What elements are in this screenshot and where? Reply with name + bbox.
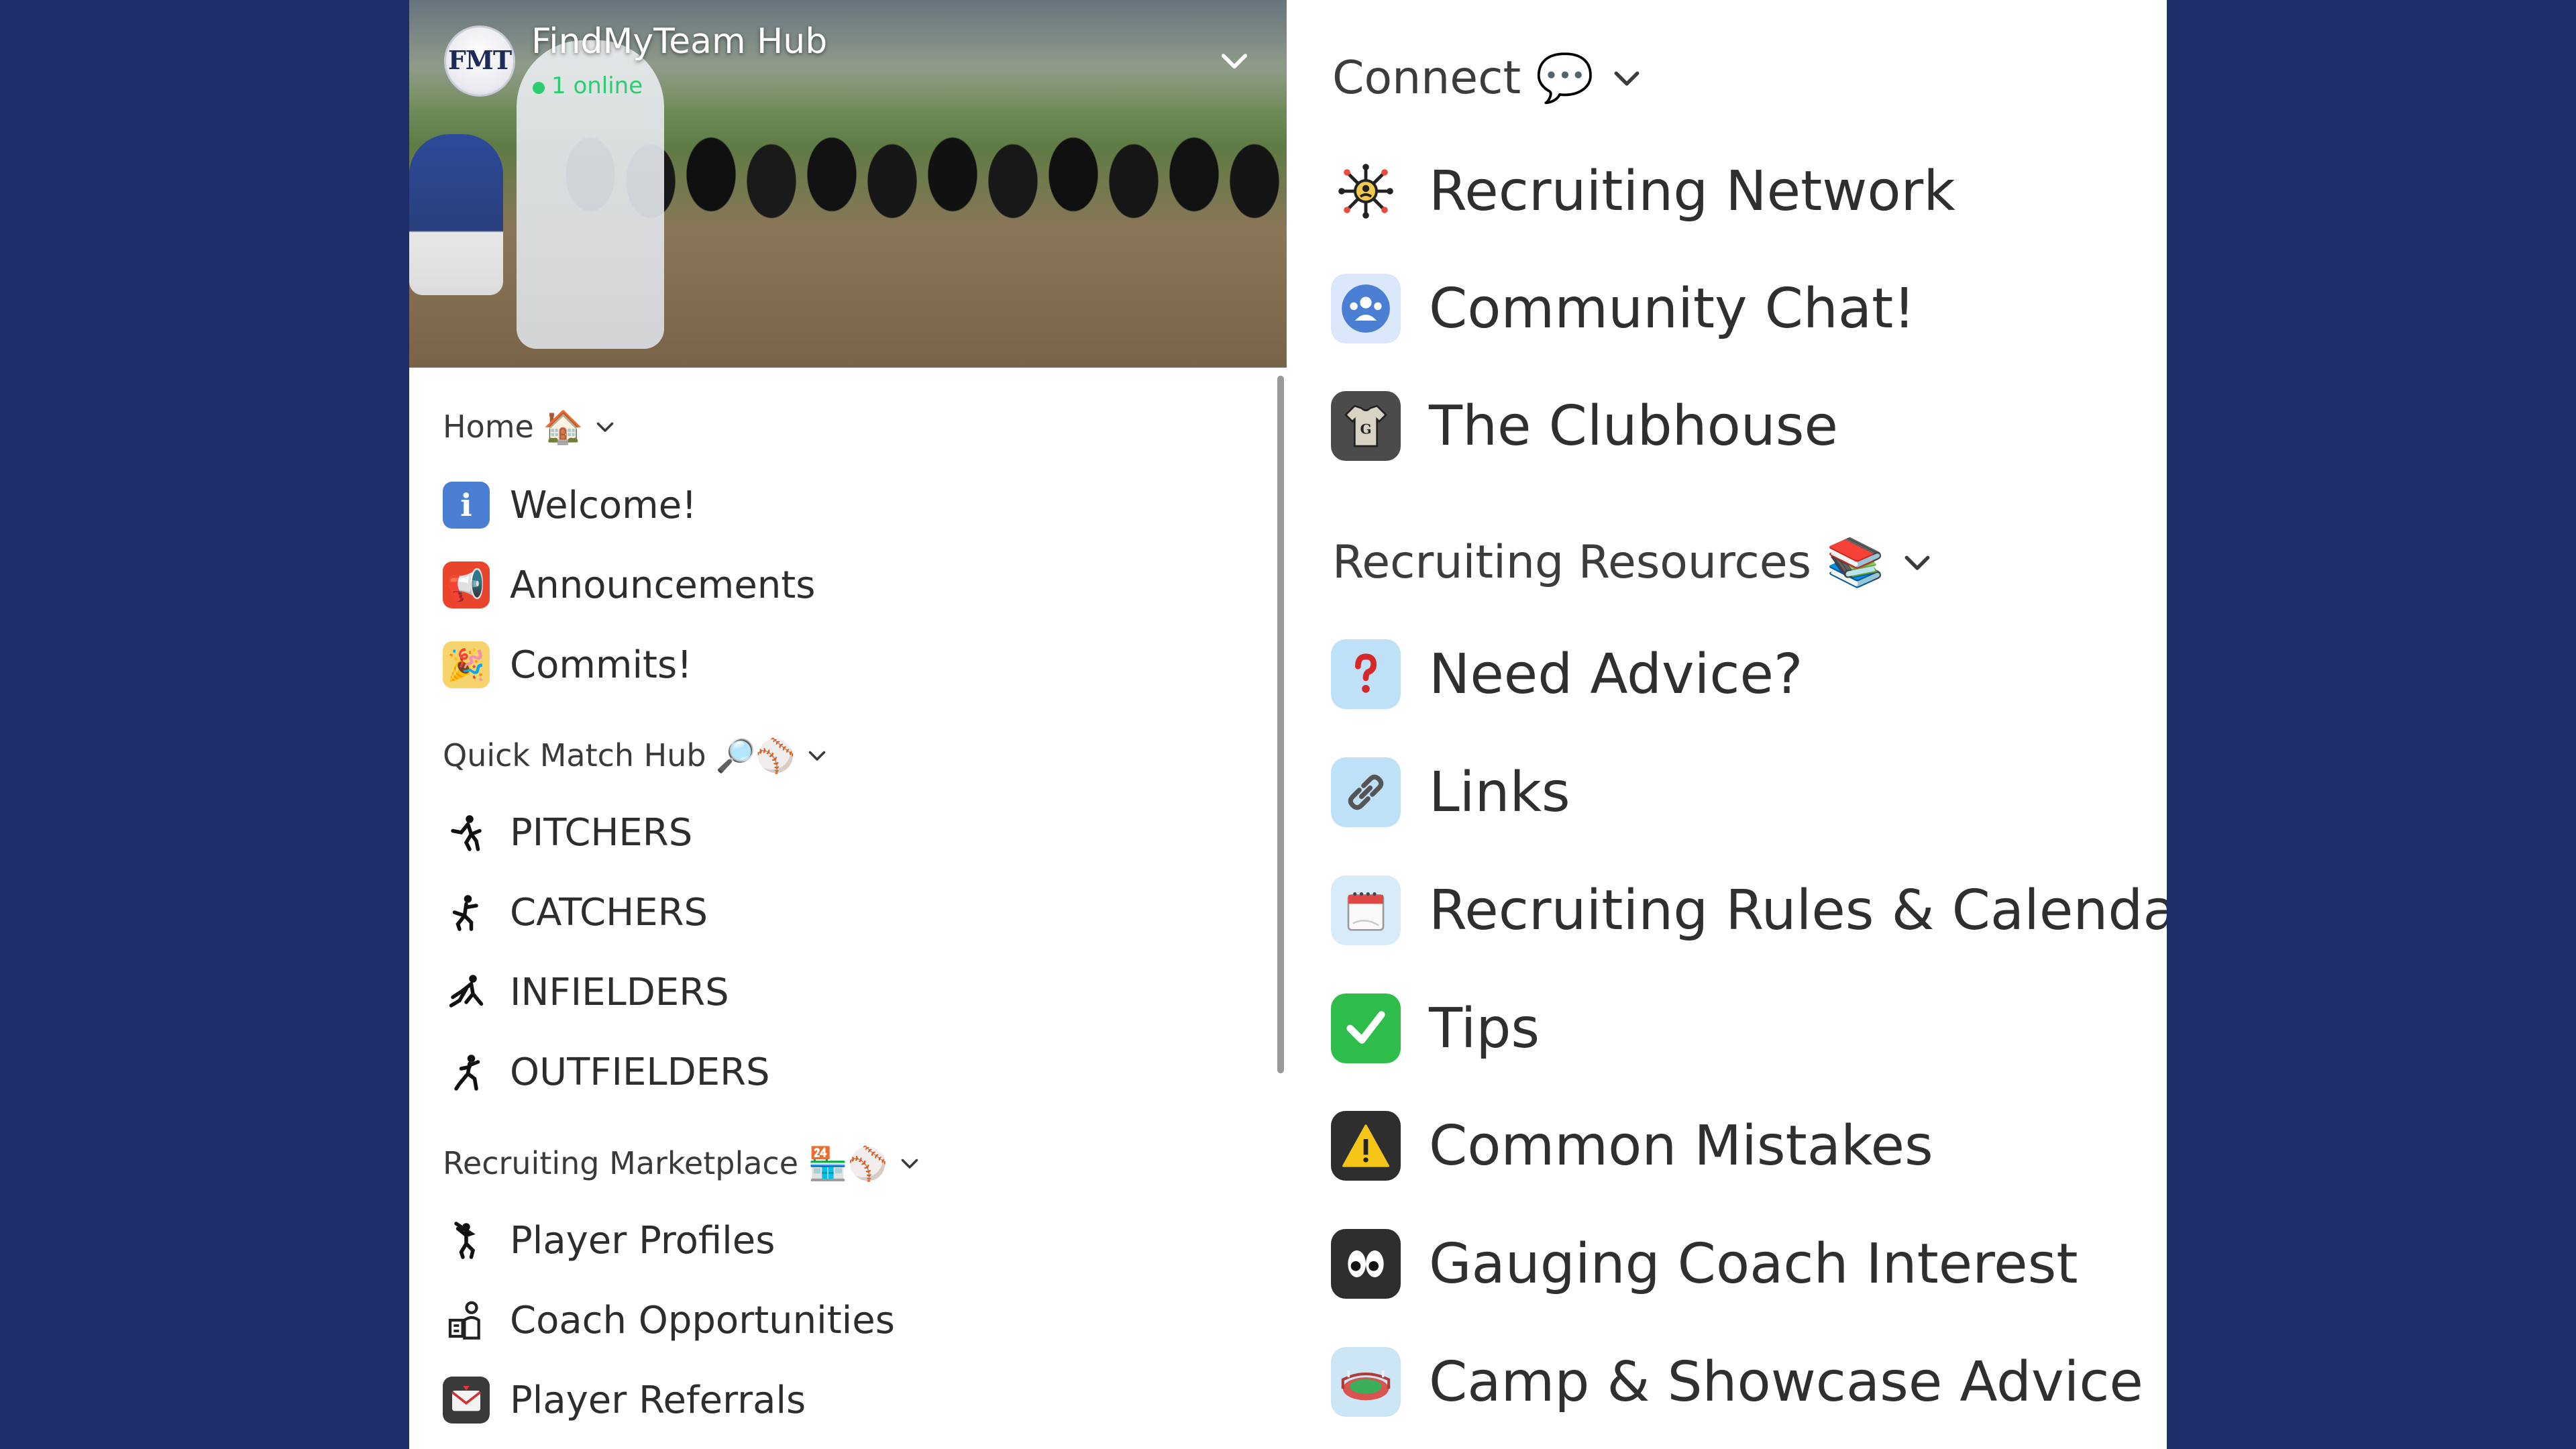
channel-label: Commits! — [510, 643, 692, 687]
channel-tips[interactable]: Tips — [1331, 988, 1540, 1069]
panel-scrollbar[interactable] — [1277, 376, 1284, 1073]
channel-recruiting-rules-calendar[interactable]: Recruiting Rules & Calendar — [1331, 870, 2167, 951]
chevron-down-icon — [1904, 555, 1930, 570]
coach-icon — [443, 1297, 490, 1344]
infielder-icon — [443, 969, 490, 1016]
channel-label: Links — [1429, 760, 1570, 824]
channel-label: Need Advice? — [1429, 642, 1803, 706]
right-channel-panel: Connect 💬 Recruiting Network Community C… — [1287, 0, 2167, 1449]
channel-label: PITCHERS — [510, 810, 693, 855]
section-connect-label: Connect — [1332, 51, 1521, 105]
channel-label: INFIELDERS — [510, 970, 729, 1014]
section-connect[interactable]: Connect 💬 — [1332, 44, 1645, 111]
channel-label: Common Mistakes — [1429, 1114, 1933, 1178]
channel-infielders[interactable]: INFIELDERS — [443, 962, 729, 1022]
channel-label: Tips — [1429, 996, 1540, 1061]
chevron-down-icon — [808, 751, 826, 761]
chevron-down-icon — [596, 422, 613, 432]
section-resources-label: Recruiting Resources — [1332, 535, 1812, 589]
channel-label: Recruiting Rules & Calendar — [1429, 878, 2167, 943]
magnifier-baseball-icon: 🔎⚾ — [715, 737, 796, 775]
team-photo-crowd — [564, 80, 1287, 282]
channel-label: OUTFIELDERS — [510, 1050, 770, 1094]
batter-icon — [443, 1217, 490, 1264]
channel-welcome[interactable]: i Welcome! — [443, 475, 697, 535]
team-photo-player — [409, 134, 503, 295]
checkmark-icon — [1331, 994, 1401, 1063]
speech-bubble-icon: 💬 — [1536, 50, 1595, 105]
channel-commits[interactable]: 🎉 Commits! — [443, 635, 692, 695]
channel-coach-opportunities[interactable]: Coach Opportunities — [443, 1290, 895, 1350]
people-chat-icon — [1331, 274, 1401, 343]
chevron-down-icon[interactable] — [1216, 42, 1253, 79]
stadium-icon — [1331, 1347, 1401, 1417]
house-icon: 🏠 — [543, 408, 584, 446]
link-icon — [1331, 757, 1401, 827]
channel-catchers[interactable]: CATCHERS — [443, 882, 708, 943]
chevron-down-icon — [901, 1159, 918, 1169]
channel-need-advice[interactable]: Need Advice? — [1331, 634, 1803, 714]
section-quick-match-hub[interactable]: Quick Match Hub 🔎⚾ — [443, 731, 829, 780]
section-recruiting-marketplace[interactable]: Recruiting Marketplace 🏪⚾ — [443, 1139, 922, 1187]
channel-label: Recruiting Network — [1429, 159, 1955, 223]
channel-label: Gauging Coach Interest — [1429, 1232, 2078, 1296]
channel-common-mistakes[interactable]: Common Mistakes — [1331, 1106, 1933, 1186]
hub-title: FindMyTeam Hub — [531, 21, 828, 62]
party-popper-icon: 🎉 — [443, 641, 490, 688]
warning-icon — [1331, 1111, 1401, 1181]
app-stage: FMT FindMyTeam Hub 1 online Home 🏠 i Wel… — [0, 0, 2576, 1449]
megaphone-icon: 📢 — [443, 561, 490, 608]
channel-label: Announcements — [510, 563, 816, 607]
channel-label: Welcome! — [510, 483, 697, 527]
channel-label: Coach Opportunities — [510, 1298, 895, 1342]
online-indicator-dot — [533, 82, 545, 94]
section-home-label: Home — [443, 409, 534, 445]
store-baseball-icon: 🏪⚾ — [808, 1144, 888, 1183]
channel-label: Player Profiles — [510, 1218, 775, 1263]
channel-outfielders[interactable]: OUTFIELDERS — [443, 1042, 770, 1102]
channel-label: CATCHERS — [510, 890, 708, 934]
jersey-icon: G — [1331, 391, 1401, 461]
section-home[interactable]: Home 🏠 — [443, 402, 617, 451]
channel-the-clubhouse[interactable]: G The Clubhouse — [1331, 386, 1838, 466]
outfielder-icon — [443, 1049, 490, 1095]
info-icon: i — [443, 482, 490, 529]
channel-gauging-coach-interest[interactable]: Gauging Coach Interest — [1331, 1224, 2078, 1304]
channel-player-referrals[interactable]: Player Referrals — [443, 1370, 806, 1430]
network-icon — [1331, 156, 1401, 226]
section-marketplace-label: Recruiting Marketplace — [443, 1145, 799, 1181]
channel-announcements[interactable]: 📢 Announcements — [443, 555, 815, 615]
channel-label: Community Chat! — [1429, 276, 1916, 341]
channel-label: Camp & Showcase Advice — [1429, 1350, 2143, 1414]
svg-text:G: G — [1360, 421, 1371, 437]
pitcher-icon — [443, 809, 490, 856]
channel-recruiting-network[interactable]: Recruiting Network — [1331, 151, 1955, 231]
hub-logo-text: FMT — [447, 45, 512, 75]
chevron-down-icon — [1614, 71, 1640, 86]
eyes-icon — [1331, 1229, 1401, 1299]
hub-logo: FMT — [444, 25, 515, 97]
channel-player-profiles[interactable]: Player Profiles — [443, 1210, 775, 1271]
hub-header[interactable]: FMT FindMyTeam Hub 1 online — [409, 0, 1287, 101]
catcher-icon — [443, 889, 490, 936]
envelope-icon — [443, 1377, 490, 1424]
channel-links[interactable]: Links — [1331, 752, 1570, 833]
books-icon: 📚 — [1826, 534, 1885, 590]
channel-community-chat[interactable]: Community Chat! — [1331, 268, 1915, 349]
channel-label: The Clubhouse — [1429, 394, 1838, 458]
channel-label: Player Referrals — [510, 1378, 806, 1422]
question-icon — [1331, 639, 1401, 709]
calendar-icon — [1331, 875, 1401, 945]
channel-camp-showcase-advice[interactable]: Camp & Showcase Advice — [1331, 1342, 2143, 1422]
channel-pitchers[interactable]: PITCHERS — [443, 802, 692, 863]
section-recruiting-resources[interactable]: Recruiting Resources 📚 — [1332, 529, 1935, 596]
left-channel-panel: FMT FindMyTeam Hub 1 online Home 🏠 i Wel… — [409, 0, 1287, 1449]
section-quick-match-label: Quick Match Hub — [443, 737, 706, 773]
online-count: 1 online — [551, 72, 643, 99]
